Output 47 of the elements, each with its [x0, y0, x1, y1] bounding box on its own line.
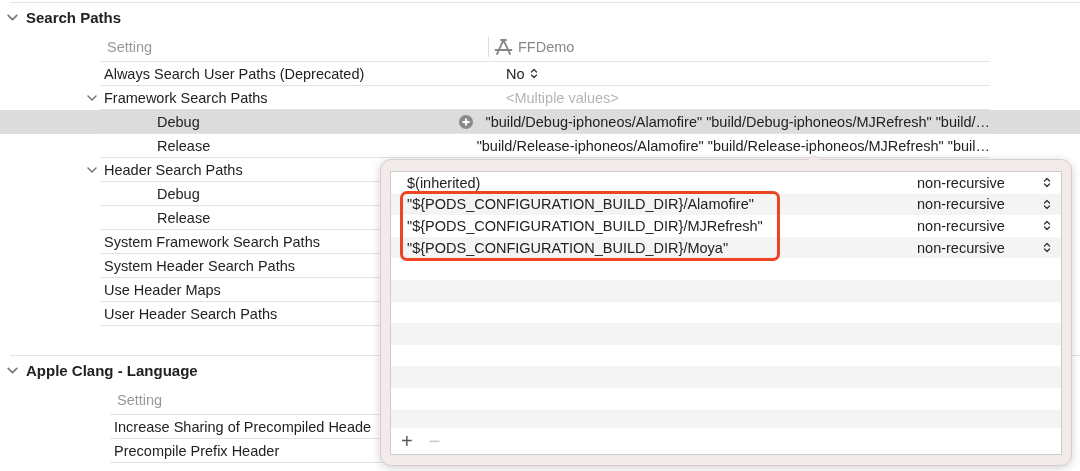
recursion-popup[interactable]: non-recursive	[917, 196, 1051, 213]
up-down-arrows-icon[interactable]	[1043, 198, 1051, 210]
search-path[interactable]: "${PODS_CONFIGURATION_BUILD_DIR}/Alamofire"	[407, 196, 917, 213]
up-down-arrows-icon[interactable]	[1043, 177, 1051, 189]
up-down-arrows-icon[interactable]	[1043, 220, 1051, 232]
setting-label: Debug	[157, 185, 200, 202]
recursion-popup[interactable]: non-recursive	[917, 239, 1051, 256]
section-title: Apple Clang - Language	[26, 362, 198, 379]
add-icon[interactable]	[459, 114, 474, 129]
setting-value: <Multiple values>	[506, 89, 619, 106]
value-popup[interactable]: No	[506, 65, 538, 82]
setting-label: Header Search Paths	[104, 161, 243, 178]
setting-value: "build/Debug-iphoneos/Alamofire" "build/Debug-iphoneos/MJRefresh" "build/…	[485, 113, 990, 130]
path-row[interactable]: "${PODS_CONFIGURATION_BUILD_DIR}/Moya" non-recursive	[391, 236, 1061, 259]
setting-label: Always Search User Paths (Deprecated)	[104, 65, 365, 82]
target-name: FFDemo	[518, 38, 575, 55]
setting-label: System Header Search Paths	[104, 257, 295, 274]
column-header: Setting	[117, 391, 164, 408]
setting-label: Use Header Maps	[104, 281, 221, 298]
disclosure-chevron-icon[interactable]	[86, 92, 98, 104]
setting-label: Increase Sharing of Precompiled Heade	[114, 418, 372, 435]
setting-label: Release	[157, 209, 211, 226]
setting-row[interactable]: Always Search User Paths (Deprecated) No	[0, 62, 1080, 86]
setting-row[interactable]: Release "build/Release-iphoneos/Alamofire" "build/Release-iphoneos/MJRefresh" "buil…	[0, 134, 1080, 158]
recursion-popup[interactable]: non-recursive	[917, 174, 1051, 191]
setting-label: Debug	[157, 113, 200, 130]
recursion-popup[interactable]: non-recursive	[917, 218, 1051, 234]
column-header: Setting	[107, 38, 154, 55]
search-path[interactable]: $(inherited)	[407, 174, 917, 191]
up-down-arrows-icon[interactable]	[1043, 242, 1051, 254]
disclosure-chevron-icon[interactable]	[86, 164, 98, 176]
path-row[interactable]: $(inherited) non-recursive	[391, 172, 1061, 194]
setting-label: Precompile Prefix Header	[114, 442, 280, 459]
path-row[interactable]: "${PODS_CONFIGURATION_BUILD_DIR}/Alamofire" non-recursive	[391, 193, 1061, 216]
path-row[interactable]: "${PODS_CONFIGURATION_BUILD_DIR}/MJRefresh" non-recursive	[391, 215, 1061, 237]
setting-label: System Framework Search Paths	[104, 233, 320, 250]
section-title: Search Paths	[26, 9, 122, 26]
setting-row[interactable]: Debug "build/Debug-iphoneos/Alamofire" "build/Debug-iphoneos/MJRefresh" "build/…	[0, 110, 1080, 134]
up-down-arrows-icon[interactable]	[529, 68, 538, 79]
search-path[interactable]: "${PODS_CONFIGURATION_BUILD_DIR}/Moya"	[407, 239, 917, 256]
setting-value: "build/Release-iphoneos/Alamofire" "build/Release-iphoneos/MJRefresh" "buil…	[476, 137, 990, 154]
setting-label: Framework Search Paths	[104, 89, 268, 106]
setting-label: Release	[157, 137, 211, 154]
search-path[interactable]: "${PODS_CONFIGURATION_BUILD_DIR}/MJRefresh"	[407, 218, 917, 234]
setting-label: User Header Search Paths	[104, 305, 278, 322]
app-target-icon	[494, 37, 513, 56]
add-button[interactable]: +	[397, 431, 417, 451]
